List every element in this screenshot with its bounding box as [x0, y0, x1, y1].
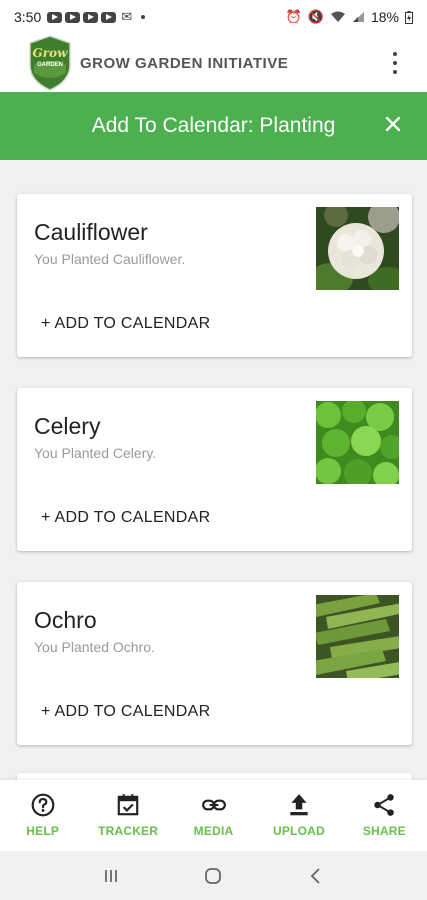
add-to-calendar-button[interactable]: + ADD TO CALENDAR — [41, 509, 210, 527]
link-icon — [201, 799, 226, 811]
plant-card: Celery You Planted Celery. + ADD TO CALE… — [17, 388, 412, 551]
signal-icon — [352, 12, 364, 22]
nav-media[interactable]: MEDIA — [171, 780, 256, 851]
plant-name: Ochro — [34, 607, 97, 633]
youtube-icon — [101, 11, 117, 23]
grow-garden-logo: Grow GARDEN — [28, 35, 72, 91]
add-to-calendar-button[interactable]: + ADD TO CALENDAR — [41, 703, 210, 721]
share-icon — [374, 794, 395, 816]
gmail-icon: ✉ — [121, 9, 133, 24]
notification-icons: ✉ — [47, 9, 146, 25]
calendar-check-icon — [117, 794, 139, 816]
plant-subtitle: You Planted Celery. — [34, 445, 157, 461]
screen: 3:50 ✉ ⏰ 🔇 18% Grow GARDEN GROW GARDEN I… — [0, 0, 427, 900]
youtube-icon — [83, 11, 99, 23]
system-nav-bar — [0, 851, 427, 900]
recent-apps-icon[interactable] — [101, 866, 121, 886]
svg-text:GARDEN: GARDEN — [37, 62, 63, 68]
plant-subtitle: You Planted Ochro. — [34, 639, 155, 655]
status-right: ⏰ 🔇 18% — [286, 9, 413, 25]
plant-card: Ochro You Planted Ochro. + ADD TO CALEND… — [17, 582, 412, 745]
overflow-menu-icon[interactable] — [387, 52, 403, 74]
plant-subtitle: You Planted Cauliflower. — [34, 251, 186, 267]
alarm-icon: ⏰ — [285, 9, 302, 24]
cauliflower-image — [316, 207, 399, 290]
plant-name: Celery — [34, 413, 101, 439]
plant-card: Cauliflower You Planted Cauliflower. + A… — [17, 194, 412, 357]
plant-name: Cauliflower — [34, 219, 148, 245]
battery-charging-icon — [405, 10, 413, 24]
title-bar: Add To Calendar: Planting — [0, 92, 427, 160]
nav-label: MEDIA — [193, 824, 234, 838]
nav-help[interactable]: HELP — [0, 780, 85, 851]
youtube-icon — [65, 11, 81, 23]
nav-label: SHARE — [362, 824, 406, 838]
more-notifications-icon — [141, 15, 146, 19]
nav-label: UPLOAD — [272, 824, 325, 838]
celery-image — [316, 401, 399, 484]
battery-percent: 18% — [370, 9, 399, 25]
app-header: Grow GARDEN GROW GARDEN INITIATIVE — [0, 34, 427, 92]
help-icon — [31, 793, 55, 817]
nav-label: HELP — [26, 824, 60, 838]
home-icon[interactable] — [203, 866, 223, 886]
status-bar: 3:50 ✉ ⏰ 🔇 18% — [0, 0, 427, 34]
nav-upload[interactable]: UPLOAD — [256, 780, 341, 851]
nav-tracker[interactable]: TRACKER — [85, 780, 170, 851]
add-to-calendar-button[interactable]: + ADD TO CALENDAR — [41, 315, 210, 333]
page-title: Add To Calendar: Planting — [91, 114, 336, 137]
upload-icon — [290, 794, 308, 816]
nav-share[interactable]: SHARE — [342, 780, 427, 851]
youtube-icon — [47, 11, 63, 23]
app-title: GROW GARDEN INITIATIVE — [80, 54, 289, 72]
nav-label: TRACKER — [98, 824, 159, 838]
status-time: 3:50 — [14, 9, 42, 25]
wifi-icon — [330, 11, 345, 22]
svg-text:Grow: Grow — [33, 46, 69, 60]
close-icon[interactable] — [381, 112, 405, 136]
mute-icon: 🔇 — [307, 9, 324, 24]
back-icon[interactable] — [306, 866, 326, 886]
okra-image — [316, 595, 399, 678]
bottom-nav: HELP TRACKER MEDIA UPLOAD SHARE — [0, 780, 427, 851]
